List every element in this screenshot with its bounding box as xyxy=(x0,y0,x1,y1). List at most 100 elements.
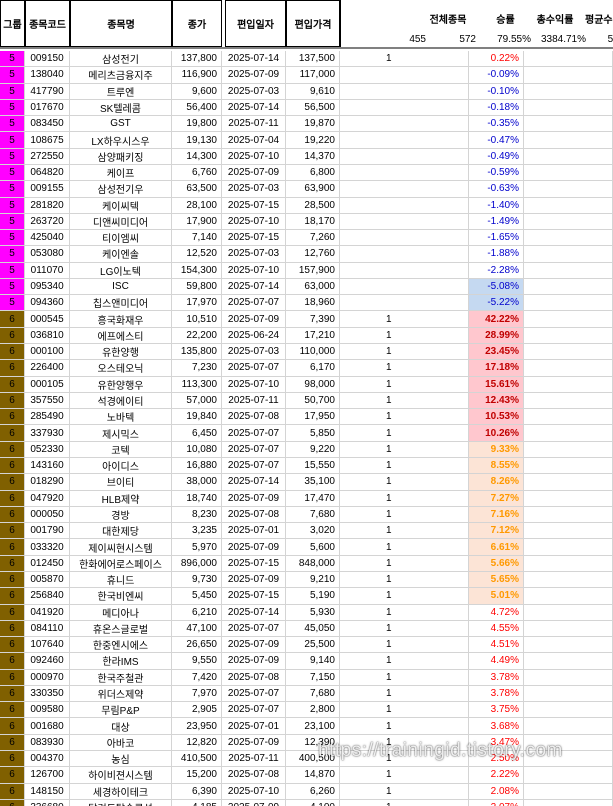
cell-price[interactable]: 157,900 xyxy=(286,262,340,279)
cell-flag[interactable]: 1 xyxy=(340,506,469,524)
cell-code[interactable]: 084110 xyxy=(25,620,70,638)
cell-price[interactable]: 56,500 xyxy=(286,99,340,117)
empty-cell[interactable] xyxy=(524,653,613,670)
cell-group[interactable]: 6 xyxy=(0,327,25,345)
cell-date[interactable]: 2025-07-15 xyxy=(222,555,286,572)
cell-name[interactable]: 제이씨현시스템 xyxy=(70,539,172,556)
cell-ret[interactable]: 10.53% xyxy=(469,409,524,426)
cell-ret[interactable]: 8.55% xyxy=(469,458,524,475)
cell-ret[interactable]: 0.22% xyxy=(469,51,524,68)
cell-ret[interactable]: 7.16% xyxy=(469,506,524,524)
cell-name[interactable]: 브이티 xyxy=(70,474,172,491)
cell-flag[interactable]: 1 xyxy=(340,425,469,442)
cell-price[interactable]: 5,600 xyxy=(286,539,340,556)
cell-name[interactable]: LG이노텍 xyxy=(70,262,172,279)
cell-price[interactable]: 110,000 xyxy=(286,344,340,361)
cell-price[interactable]: 6,170 xyxy=(286,360,340,377)
cell-group[interactable]: 6 xyxy=(0,685,25,703)
cell-close[interactable]: 9,550 xyxy=(172,653,222,670)
cell-price[interactable]: 9,140 xyxy=(286,653,340,670)
cell-price[interactable]: 17,210 xyxy=(286,327,340,345)
cell-date[interactable]: 2025-07-09 xyxy=(222,490,286,507)
cell-code[interactable]: 337930 xyxy=(25,425,70,442)
cell-close[interactable]: 2,905 xyxy=(172,702,222,719)
cell-ret[interactable]: 9.33% xyxy=(469,441,524,458)
cell-code[interactable]: 000100 xyxy=(25,344,70,361)
cell-close[interactable]: 14,300 xyxy=(172,148,222,165)
cell-name[interactable]: 삼성전기 xyxy=(70,51,172,68)
cell-code[interactable]: 001680 xyxy=(25,718,70,735)
cell-date[interactable]: 2025-07-14 xyxy=(222,278,286,296)
empty-cell[interactable] xyxy=(524,669,613,686)
cell-code[interactable]: 018290 xyxy=(25,474,70,491)
cell-code[interactable]: 009155 xyxy=(25,181,70,198)
empty-cell[interactable] xyxy=(524,327,613,345)
cell-flag[interactable]: 1 xyxy=(340,637,469,654)
cell-name[interactable]: ISC xyxy=(70,278,172,296)
cell-flag[interactable]: 1 xyxy=(340,685,469,703)
cell-name[interactable]: 메디아나 xyxy=(70,604,172,621)
cell-name[interactable]: 케이씨텍 xyxy=(70,197,172,214)
cell-flag[interactable]: 1 xyxy=(340,490,469,507)
cell-ret[interactable]: -0.49% xyxy=(469,148,524,165)
cell-close[interactable]: 12,520 xyxy=(172,246,222,263)
cell-date[interactable]: 2025-07-10 xyxy=(222,148,286,165)
cell-group[interactable]: 6 xyxy=(0,555,25,572)
empty-cell[interactable] xyxy=(524,132,613,149)
cell-close[interactable]: 5,970 xyxy=(172,539,222,556)
cell-close[interactable]: 19,840 xyxy=(172,409,222,426)
cell-code[interactable]: 107640 xyxy=(25,637,70,654)
cell-ret[interactable]: -0.10% xyxy=(469,83,524,100)
empty-cell[interactable] xyxy=(524,67,613,84)
cell-name[interactable]: 오스테오닉 xyxy=(70,360,172,377)
cell-close[interactable]: 4,185 xyxy=(172,799,222,806)
cell-price[interactable]: 7,680 xyxy=(286,506,340,524)
cell-group[interactable]: 5 xyxy=(0,230,25,247)
cell-date[interactable]: 2025-07-11 xyxy=(222,116,286,133)
cell-code[interactable]: 004370 xyxy=(25,751,70,768)
cell-price[interactable]: 7,390 xyxy=(286,311,340,328)
cell-price[interactable]: 3,020 xyxy=(286,523,340,540)
cell-price[interactable]: 5,190 xyxy=(286,588,340,605)
empty-cell[interactable] xyxy=(524,262,613,279)
cell-group[interactable]: 6 xyxy=(0,751,25,768)
cell-flag[interactable]: 1 xyxy=(340,51,469,68)
empty-cell[interactable] xyxy=(524,474,613,491)
col-header-code[interactable]: 종목코드 xyxy=(25,0,70,47)
cell-name[interactable]: 유한양행우 xyxy=(70,376,172,393)
cell-ret[interactable]: -0.59% xyxy=(469,164,524,182)
cell-code[interactable]: 009580 xyxy=(25,702,70,719)
cell-group[interactable]: 5 xyxy=(0,278,25,296)
cell-ret[interactable]: 4.51% xyxy=(469,637,524,654)
cell-code[interactable]: 417790 xyxy=(25,83,70,100)
cell-close[interactable]: 10,080 xyxy=(172,441,222,458)
cell-flag[interactable]: 1 xyxy=(340,620,469,638)
cell-name[interactable]: 유한양행 xyxy=(70,344,172,361)
cell-date[interactable]: 2025-07-09 xyxy=(222,571,286,589)
cell-name[interactable]: 에프에스티 xyxy=(70,327,172,345)
cell-close[interactable]: 410,500 xyxy=(172,751,222,768)
empty-cell[interactable] xyxy=(524,620,613,638)
cell-close[interactable]: 6,760 xyxy=(172,164,222,182)
cell-close[interactable]: 17,900 xyxy=(172,213,222,231)
empty-cell[interactable] xyxy=(524,295,613,312)
empty-cell[interactable] xyxy=(524,783,613,800)
cell-group[interactable]: 6 xyxy=(0,539,25,556)
cell-date[interactable]: 2025-07-09 xyxy=(222,734,286,752)
cell-ret[interactable]: 5.01% xyxy=(469,588,524,605)
cell-date[interactable]: 2025-07-07 xyxy=(222,425,286,442)
cell-price[interactable]: 18,170 xyxy=(286,213,340,231)
cell-price[interactable]: 45,050 xyxy=(286,620,340,638)
empty-cell[interactable] xyxy=(524,588,613,605)
cell-ret[interactable]: -2.28% xyxy=(469,262,524,279)
cell-name[interactable]: 티이엠씨 xyxy=(70,230,172,247)
cell-date[interactable]: 2025-07-14 xyxy=(222,99,286,117)
empty-cell[interactable] xyxy=(524,555,613,572)
cell-price[interactable]: 137,500 xyxy=(286,51,340,68)
cell-date[interactable]: 2025-07-10 xyxy=(222,783,286,800)
cell-group[interactable]: 6 xyxy=(0,506,25,524)
cell-code[interactable]: 052330 xyxy=(25,441,70,458)
col-header-group[interactable]: 그룹 xyxy=(0,0,25,47)
cell-ret[interactable]: 5.66% xyxy=(469,555,524,572)
cell-flag[interactable] xyxy=(340,132,469,149)
